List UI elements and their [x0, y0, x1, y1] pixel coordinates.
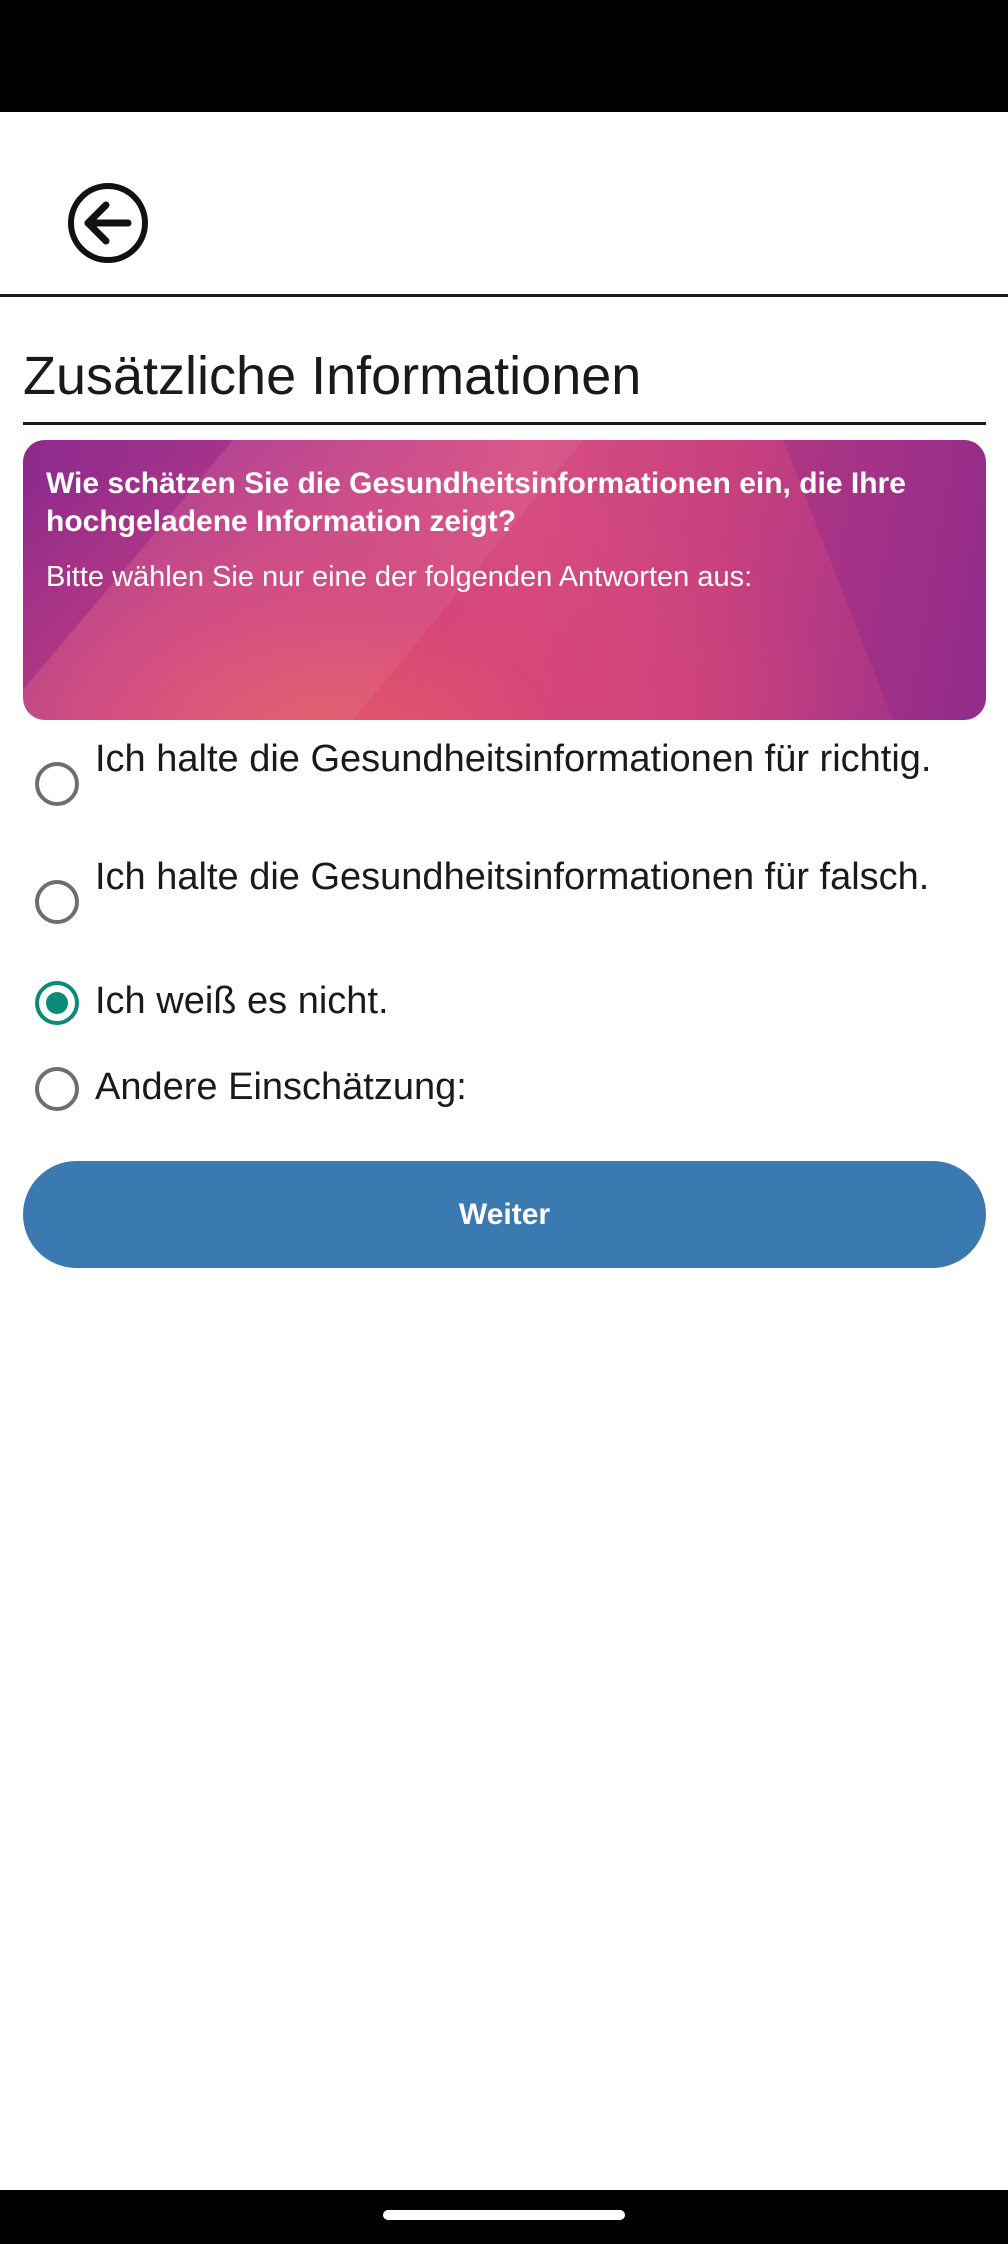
option-falsch[interactable]: Ich halte die Gesundheitsinformationen f…	[23, 853, 986, 953]
app-bar	[0, 112, 1008, 297]
banner-instruction: Bitte wählen Sie nur eine der folgenden …	[46, 561, 753, 593]
option-weiss-nicht[interactable]: Ich weiß es nicht.	[23, 977, 986, 1033]
radio-button-selected[interactable]	[35, 981, 79, 1025]
option-label: Ich halte die Gesundheitsinformationen f…	[95, 856, 930, 898]
option-richtig[interactable]: Ich halte die Gesundheitsinformationen f…	[23, 735, 986, 835]
status-bar	[0, 0, 1008, 112]
banner-question: Wie schätzen Sie die Gesundheitsinformat…	[46, 467, 906, 538]
radio-button[interactable]	[35, 880, 79, 924]
option-label: Ich halte die Gesundheitsinformationen f…	[95, 738, 932, 780]
option-label: Ich weiß es nicht.	[95, 980, 389, 1022]
next-button[interactable]: Weiter	[23, 1161, 986, 1268]
arrow-left-circle-icon	[68, 183, 148, 263]
title-divider	[23, 422, 986, 425]
question-banner: Wie schätzen Sie die Gesundheitsinformat…	[23, 440, 986, 720]
home-indicator[interactable]	[383, 2210, 625, 2220]
page-title: Zusätzliche Informationen	[23, 346, 642, 406]
radio-button[interactable]	[35, 1067, 79, 1111]
option-label: Andere Einschätzung:	[95, 1066, 467, 1108]
back-button[interactable]	[62, 177, 154, 269]
option-andere[interactable]: Andere Einschätzung:	[23, 1063, 986, 1119]
radio-button[interactable]	[35, 762, 79, 806]
screen: Zusätzliche Informationen Wie schätzen S…	[0, 0, 1008, 2244]
